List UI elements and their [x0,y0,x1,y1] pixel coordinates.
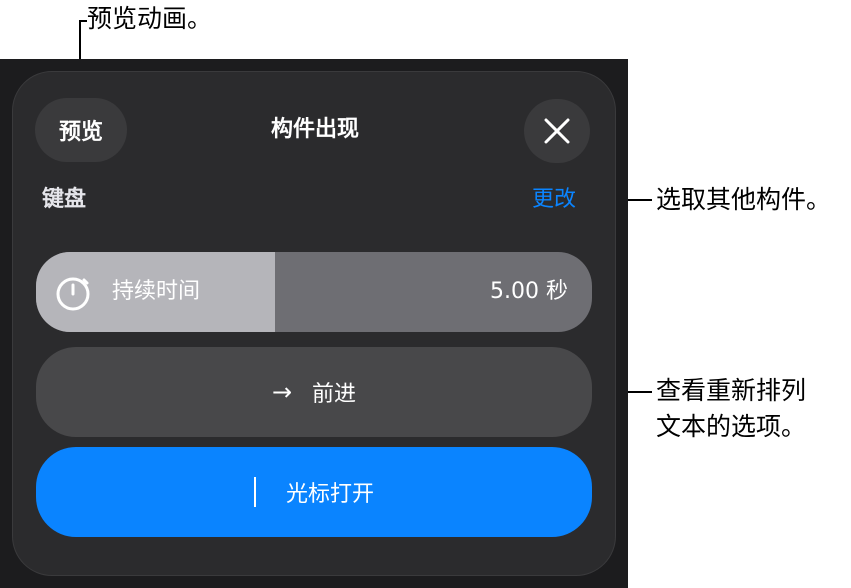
preview-button[interactable]: 预览 [35,98,127,162]
build-effect-label: 键盘 [42,187,87,212]
duration-slider[interactable]: 持续时间 5.00 秒 [36,252,592,332]
close-icon [544,118,570,144]
direction-label: 前进 [312,382,357,407]
duration-label: 持续时间 [112,279,201,304]
callout-options-line2: 文本的选项。 [656,412,807,441]
callout-options-line1: 查看重新排列 [656,376,807,405]
cursor-icon [253,477,256,507]
cursor-label: 光标打开 [285,482,374,507]
cursor-button[interactable]: 光标打开 [36,447,592,537]
callout-preview: 预览动画。 [87,4,213,33]
panel-title: 构件出现 [270,117,359,142]
callout-change: 选取其他构件。 [656,185,832,214]
callout-preview-tick [79,20,87,22]
arrow-right-icon: → [271,378,293,406]
direction-button[interactable]: → 前进 [36,347,592,437]
change-effect-button[interactable]: 更改 [532,183,576,217]
close-button[interactable] [524,99,590,163]
stopwatch-icon [56,277,90,311]
duration-value: 5.00 秒 [490,279,568,304]
